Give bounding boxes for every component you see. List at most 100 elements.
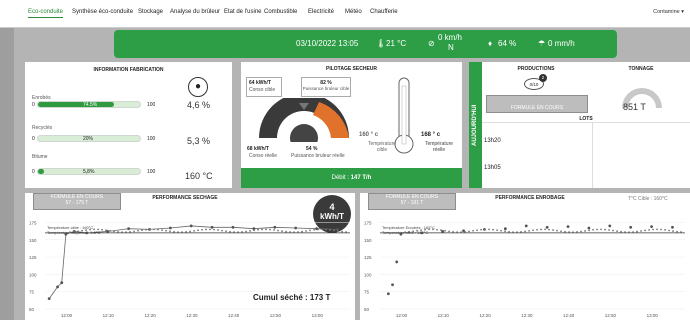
data-point bbox=[552, 229, 554, 231]
data-point bbox=[576, 231, 578, 233]
data-point bbox=[341, 230, 343, 233]
data-point bbox=[652, 228, 654, 231]
data-point bbox=[125, 231, 127, 234]
row-min: 0 bbox=[32, 169, 35, 175]
data-point bbox=[285, 230, 287, 233]
x-tick-label: 12:40 bbox=[228, 313, 240, 318]
data-point bbox=[289, 231, 291, 233]
data-point bbox=[127, 227, 130, 231]
lot-time: 13h20 bbox=[484, 138, 501, 144]
pilotage-panel: PILOTAGE SECHEUR 64 kWh/T Conso cible 82… bbox=[241, 62, 462, 168]
x-tick-label: 13:00 bbox=[647, 313, 659, 318]
product-badge: 2 bbox=[539, 74, 547, 82]
row-max: 100 bbox=[147, 169, 156, 175]
data-point bbox=[253, 229, 255, 232]
tonnage-value: 851 T bbox=[623, 102, 646, 112]
row-pct: 5,8% bbox=[83, 169, 95, 175]
nav-combustible[interactable]: Combustible bbox=[264, 9, 297, 15]
wind-icon: ⊘ bbox=[428, 39, 435, 48]
data-point bbox=[281, 230, 283, 233]
row-pct: 20% bbox=[83, 136, 94, 142]
temp-cible-label: Température cible bbox=[367, 141, 397, 153]
enrobage-formule-box: FORMULE EN COURS 57 - 181 T bbox=[368, 193, 456, 210]
data-point bbox=[309, 229, 311, 232]
data-point bbox=[105, 229, 107, 232]
data-point bbox=[484, 228, 486, 231]
sechage-chart: 175 150 125 100 75 50 12:00 12:10 12:20 12:30 12:4… bbox=[29, 220, 350, 318]
nav-electricite[interactable]: Electricité bbox=[308, 9, 334, 15]
data-point bbox=[592, 228, 594, 231]
data-point bbox=[528, 229, 530, 232]
y-tick-label: 150 bbox=[29, 238, 37, 243]
data-point bbox=[109, 229, 111, 232]
y-tick-label: 100 bbox=[364, 272, 372, 277]
data-point bbox=[169, 230, 171, 233]
data-point bbox=[504, 230, 506, 233]
data-point bbox=[173, 230, 175, 233]
rain-icon: ☂ bbox=[538, 39, 546, 48]
data-point bbox=[608, 229, 610, 231]
data-point bbox=[460, 231, 462, 234]
data-point bbox=[201, 228, 203, 231]
data-point bbox=[580, 230, 582, 233]
row-value: 5,3 % bbox=[187, 136, 211, 146]
data-point bbox=[273, 225, 277, 229]
y-tick-label: 125 bbox=[364, 255, 372, 260]
row-max: 100 bbox=[147, 136, 156, 142]
row-label: Bitume bbox=[32, 154, 48, 160]
data-point bbox=[317, 228, 319, 231]
data-point bbox=[157, 228, 159, 231]
data-point bbox=[113, 230, 115, 233]
data-point bbox=[632, 231, 634, 233]
y-tick-label: 100 bbox=[29, 272, 37, 277]
data-point bbox=[628, 231, 630, 234]
data-point bbox=[488, 228, 490, 231]
humidity: 64 % bbox=[498, 39, 517, 48]
data-point bbox=[640, 230, 642, 232]
data-point bbox=[556, 229, 558, 232]
data-point bbox=[636, 230, 638, 233]
data-point bbox=[524, 224, 528, 228]
data-point bbox=[60, 281, 64, 285]
data-point bbox=[231, 225, 235, 229]
data-point bbox=[584, 230, 586, 232]
nav-synthese[interactable]: Synthèse éco-conduite bbox=[72, 9, 133, 15]
data-point bbox=[177, 231, 179, 234]
conso-cible-value: 64 kWh/T bbox=[249, 80, 271, 86]
nav-analyse-bruleur[interactable]: Analyse du brûleur bbox=[170, 9, 220, 15]
data-point bbox=[545, 225, 549, 229]
data-point bbox=[656, 228, 658, 231]
top-nav: Eco-conduite Synthèse éco-conduite Stock… bbox=[0, 0, 690, 28]
x-tick-label: 12:50 bbox=[270, 313, 282, 318]
data-point bbox=[544, 228, 546, 231]
data-point bbox=[233, 231, 235, 233]
enrobage-chart-panel: FORMULE EN COURS 57 - 181 T PERFORMANCE … bbox=[360, 193, 690, 320]
data-point bbox=[193, 229, 195, 232]
nav-meteo[interactable]: Météo bbox=[345, 9, 362, 15]
row-max: 100 bbox=[147, 102, 156, 108]
nav-etat-usine[interactable]: Etat de l'usine bbox=[224, 9, 262, 15]
data-point bbox=[269, 228, 271, 231]
data-point bbox=[480, 228, 482, 231]
data-point bbox=[337, 230, 339, 232]
row-value: 160 °C bbox=[185, 171, 213, 181]
data-point bbox=[265, 228, 267, 231]
conso-cible-label: Conso cible bbox=[249, 87, 276, 93]
x-tick-label: 12:30 bbox=[521, 313, 533, 318]
data-point bbox=[472, 229, 474, 232]
puissance-reelle-value: 54 % bbox=[306, 146, 318, 152]
nav-eco-conduite[interactable]: Eco-conduite bbox=[28, 9, 64, 18]
data-point bbox=[210, 225, 214, 229]
debit-value: 147 T/h bbox=[350, 175, 372, 181]
nav-stockage[interactable]: Stockage bbox=[138, 9, 163, 15]
nav-chaufferie[interactable]: Chaufferie bbox=[370, 9, 398, 15]
temp-cible-value: 160 ° c bbox=[359, 132, 379, 138]
data-point bbox=[294, 226, 298, 230]
data-point bbox=[664, 229, 666, 231]
data-point bbox=[205, 228, 207, 231]
data-point bbox=[225, 230, 227, 233]
data-point bbox=[345, 231, 347, 233]
site-dropdown[interactable]: Contamine ▾ bbox=[653, 9, 684, 15]
data-point bbox=[496, 229, 498, 232]
formule-range: 57 - 181 T bbox=[400, 200, 424, 206]
